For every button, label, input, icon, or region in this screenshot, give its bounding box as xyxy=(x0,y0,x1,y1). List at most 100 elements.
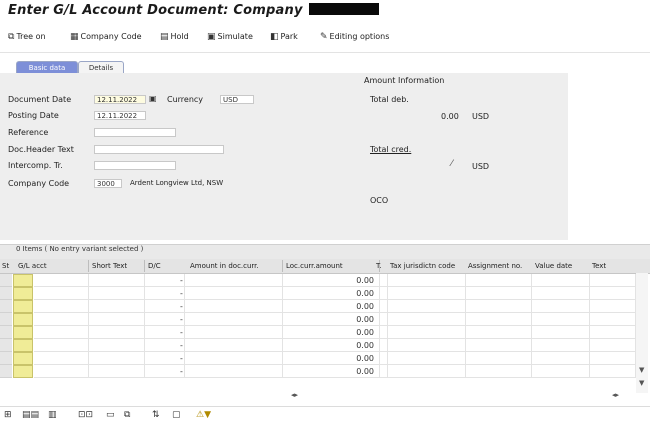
value-date-cell[interactable] xyxy=(532,300,590,313)
status-cell[interactable] xyxy=(13,287,33,300)
dc-cell[interactable] xyxy=(145,326,185,339)
gl-account-cell[interactable] xyxy=(34,274,89,287)
dc-cell[interactable] xyxy=(145,313,185,326)
col-tax-jurisdiction[interactable]: Tax jurisdictn code xyxy=(390,262,455,270)
filter-icon[interactable]: ▢ xyxy=(172,410,181,420)
value-date-cell[interactable] xyxy=(532,339,590,352)
assignment-cell[interactable] xyxy=(466,352,532,365)
scroll-left-icon[interactable]: ◂▸ xyxy=(291,391,298,399)
gl-account-cell[interactable] xyxy=(34,300,89,313)
col-assignment[interactable]: Assignment no. xyxy=(468,262,522,270)
amount-doc-cell[interactable] xyxy=(185,326,283,339)
short-text-cell[interactable] xyxy=(89,365,145,378)
text-cell[interactable] xyxy=(590,287,636,300)
row-selector[interactable] xyxy=(0,300,12,313)
status-cell[interactable] xyxy=(13,365,33,378)
col-amount-doc[interactable]: Amount in doc.curr. xyxy=(190,262,259,270)
text-cell[interactable] xyxy=(590,300,636,313)
amount-doc-cell[interactable] xyxy=(185,313,283,326)
assignment-cell[interactable] xyxy=(466,339,532,352)
scroll-left-icon[interactable]: ◂▸ xyxy=(612,391,619,399)
hold-button[interactable]: ▤ Hold xyxy=(160,32,189,42)
grid-vertical-scrollbar[interactable] xyxy=(636,273,648,393)
insert-row-icon[interactable]: ⊡⊡ xyxy=(78,410,93,420)
assignment-cell[interactable] xyxy=(466,300,532,313)
col-gl-account[interactable]: G/L acct xyxy=(18,262,47,270)
col-short-text[interactable]: Short Text xyxy=(92,262,127,270)
col-value-date[interactable]: Value date xyxy=(535,262,572,270)
assignment-cell[interactable] xyxy=(466,274,532,287)
short-text-cell[interactable] xyxy=(89,274,145,287)
tax-jurisdiction-cell[interactable] xyxy=(388,287,466,300)
status-cell[interactable] xyxy=(13,352,33,365)
status-cell[interactable] xyxy=(13,313,33,326)
tree-on-button[interactable]: ⧉ Tree on xyxy=(8,32,46,42)
tax-code-cell[interactable] xyxy=(380,339,388,352)
text-cell[interactable] xyxy=(590,365,636,378)
calendar-icon[interactable]: ▣ xyxy=(149,94,157,103)
deselect-icon[interactable]: ▥ xyxy=(48,410,57,420)
tax-jurisdiction-cell[interactable] xyxy=(388,274,466,287)
sort-icon[interactable]: ⇅ xyxy=(152,410,160,420)
gl-account-cell[interactable] xyxy=(34,313,89,326)
short-text-cell[interactable] xyxy=(89,300,145,313)
scroll-down-icon[interactable]: ▼ xyxy=(639,366,644,374)
dc-cell[interactable] xyxy=(145,352,185,365)
intercomp-field[interactable] xyxy=(94,161,176,170)
assignment-cell[interactable] xyxy=(466,365,532,378)
text-cell[interactable] xyxy=(590,326,636,339)
tax-code-cell[interactable] xyxy=(380,287,388,300)
value-date-cell[interactable] xyxy=(532,352,590,365)
row-selector[interactable] xyxy=(0,352,12,365)
assignment-cell[interactable] xyxy=(466,287,532,300)
dc-cell[interactable] xyxy=(145,300,185,313)
tax-jurisdiction-cell[interactable] xyxy=(388,326,466,339)
text-cell[interactable] xyxy=(590,274,636,287)
select-all-icon[interactable]: ▤▤ xyxy=(22,410,39,420)
details-icon[interactable]: ⊞ xyxy=(4,410,12,420)
document-date-field[interactable]: 12.11.2022 xyxy=(94,95,146,104)
value-date-cell[interactable] xyxy=(532,287,590,300)
short-text-cell[interactable] xyxy=(89,313,145,326)
text-cell[interactable] xyxy=(590,313,636,326)
status-cell[interactable] xyxy=(13,300,33,313)
amount-doc-cell[interactable] xyxy=(185,300,283,313)
tax-code-cell[interactable] xyxy=(380,326,388,339)
currency-field[interactable]: USD xyxy=(220,95,254,104)
simulate-button[interactable]: ▣ Simulate xyxy=(207,32,253,42)
tax-jurisdiction-cell[interactable] xyxy=(388,352,466,365)
tax-code-cell[interactable] xyxy=(380,300,388,313)
gl-account-cell[interactable] xyxy=(34,287,89,300)
row-selector[interactable] xyxy=(0,326,12,339)
amount-doc-cell[interactable] xyxy=(185,339,283,352)
doc-header-text-field[interactable] xyxy=(94,145,224,154)
col-dc[interactable]: D/C xyxy=(148,262,161,270)
col-loc-amount[interactable]: Loc.curr.amount xyxy=(286,262,343,270)
text-cell[interactable] xyxy=(590,352,636,365)
col-tax-code[interactable]: T. xyxy=(376,262,382,270)
amount-doc-cell[interactable] xyxy=(185,352,283,365)
short-text-cell[interactable] xyxy=(89,339,145,352)
gl-account-cell[interactable] xyxy=(34,339,89,352)
tax-code-cell[interactable] xyxy=(380,274,388,287)
reference-field[interactable] xyxy=(94,128,176,137)
tax-jurisdiction-cell[interactable] xyxy=(388,365,466,378)
variant-icon[interactable]: ⚠▼ xyxy=(196,410,211,420)
gl-account-cell[interactable] xyxy=(34,365,89,378)
copy-row-icon[interactable]: ⧉ xyxy=(124,410,130,420)
gl-account-cell[interactable] xyxy=(34,352,89,365)
row-selector[interactable] xyxy=(0,274,12,287)
text-cell[interactable] xyxy=(590,339,636,352)
dc-cell[interactable] xyxy=(145,339,185,352)
tax-jurisdiction-cell[interactable] xyxy=(388,313,466,326)
dc-cell[interactable] xyxy=(145,274,185,287)
assignment-cell[interactable] xyxy=(466,326,532,339)
dc-cell[interactable] xyxy=(145,365,185,378)
short-text-cell[interactable] xyxy=(89,326,145,339)
value-date-cell[interactable] xyxy=(532,313,590,326)
status-cell[interactable] xyxy=(13,326,33,339)
value-date-cell[interactable] xyxy=(532,274,590,287)
status-cell[interactable] xyxy=(13,274,33,287)
col-status[interactable]: St xyxy=(2,262,9,270)
amount-doc-cell[interactable] xyxy=(185,287,283,300)
